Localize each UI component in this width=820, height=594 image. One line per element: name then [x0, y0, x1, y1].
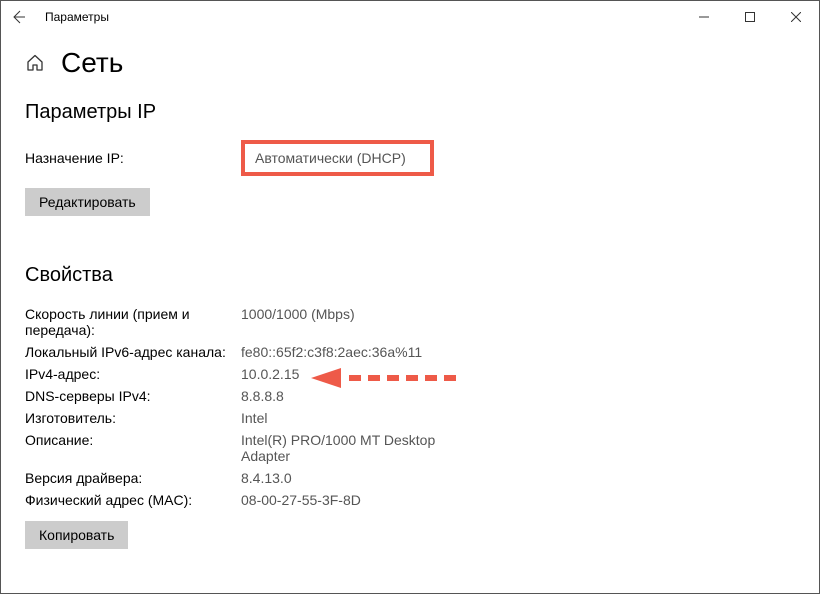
property-value: 08-00-27-55-3F-8D	[241, 492, 361, 508]
property-row: DNS-серверы IPv4:8.8.8.8	[25, 385, 795, 407]
property-row: Скорость линии (прием и передача):1000/1…	[25, 303, 795, 341]
property-label: Локальный IPv6-адрес канала:	[25, 344, 241, 360]
maximize-button[interactable]	[727, 1, 773, 33]
property-value: 8.8.8.8	[241, 388, 284, 404]
edit-button[interactable]: Редактировать	[25, 188, 150, 216]
property-label: IPv4-адрес:	[25, 366, 241, 382]
minimize-button[interactable]	[681, 1, 727, 33]
property-label: Физический адрес (MAC):	[25, 492, 241, 508]
titlebar: Параметры	[1, 1, 819, 33]
property-value: 1000/1000 (Mbps)	[241, 306, 355, 338]
property-label: Описание:	[25, 432, 241, 464]
page-title: Сеть	[61, 47, 123, 79]
property-label: DNS-серверы IPv4:	[25, 388, 241, 404]
ip-assignment-row: Назначение IP: Автоматически (DHCP)	[25, 140, 795, 176]
properties-list: Скорость линии (прием и передача):1000/1…	[25, 303, 795, 511]
property-value: Intel	[241, 410, 267, 426]
window-title: Параметры	[45, 10, 109, 24]
ip-assignment-value: Автоматически (DHCP)	[241, 140, 434, 176]
close-button[interactable]	[773, 1, 819, 33]
ip-assignment-label: Назначение IP:	[25, 150, 241, 166]
property-row: Физический адрес (MAC):08-00-27-55-3F-8D	[25, 489, 795, 511]
props-section-heading: Свойства	[25, 264, 795, 287]
property-value: Intel(R) PRO/1000 MT Desktop Adapter	[241, 432, 461, 464]
property-label: Скорость линии (прием и передача):	[25, 306, 241, 338]
copy-button[interactable]: Копировать	[25, 521, 128, 549]
property-row: Изготовитель:Intel	[25, 407, 795, 429]
home-icon[interactable]	[25, 53, 45, 73]
property-label: Изготовитель:	[25, 410, 241, 426]
property-value: fe80::65f2:c3f8:2aec:36a%11	[241, 344, 422, 360]
back-button[interactable]	[9, 8, 27, 26]
content-area: Сеть Параметры IP Назначение IP: Автомат…	[1, 33, 819, 549]
property-value: 8.4.13.0	[241, 470, 292, 486]
property-row: Описание:Intel(R) PRO/1000 MT Desktop Ad…	[25, 429, 795, 467]
property-label: Версия драйвера:	[25, 470, 241, 486]
ip-section-heading: Параметры IP	[25, 101, 795, 124]
property-value: 10.0.2.15	[241, 366, 299, 382]
property-row: Версия драйвера:8.4.13.0	[25, 467, 795, 489]
property-row: Локальный IPv6-адрес канала:fe80::65f2:c…	[25, 341, 795, 363]
property-row: IPv4-адрес:10.0.2.15	[25, 363, 795, 385]
